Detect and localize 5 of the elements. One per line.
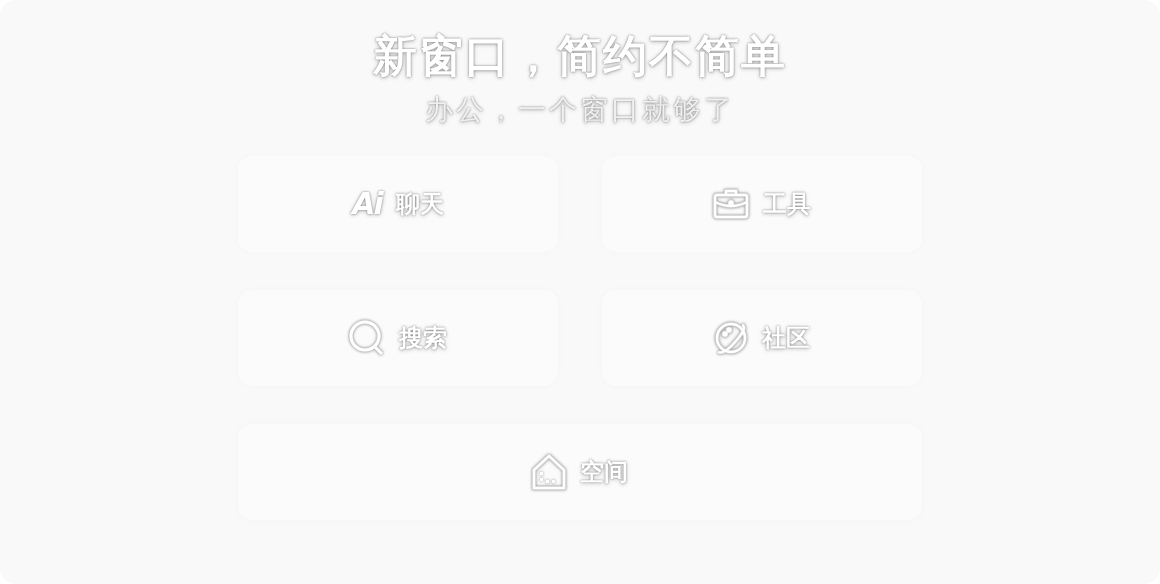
headline: 新窗口，简约不简单	[371, 30, 788, 83]
search-icon	[349, 320, 385, 357]
planet-icon	[714, 321, 748, 356]
toolbox-icon	[713, 188, 749, 221]
house-icon	[532, 454, 566, 491]
